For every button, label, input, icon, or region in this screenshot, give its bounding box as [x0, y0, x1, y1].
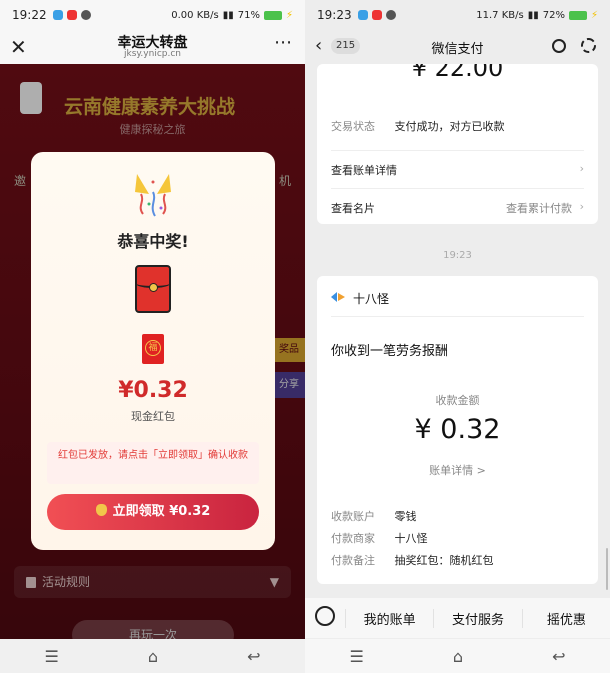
battery-icon [568, 10, 587, 20]
fortune-character: 福 [145, 340, 161, 356]
home-icon[interactable]: ⌂ [453, 647, 463, 666]
more-icon[interactable]: ⋯ [274, 32, 293, 53]
bill-detail-row[interactable]: 查看账单详情 › [331, 162, 584, 178]
congrats-heading: 恭喜中奖! [117, 232, 189, 251]
keyboard-toggle[interactable] [305, 606, 345, 630]
receipt-card[interactable]: 十八怪 你收到一笔劳务报酬 收款金额 ¥ 0.32 账单详情 > 收款账户 零钱… [317, 276, 598, 584]
search-icon[interactable] [552, 39, 566, 53]
status-bar: 19:23 11.7 KB/s ▮▮ 72% ⚡ [305, 0, 610, 30]
detail-row: 收款账户 零钱 [331, 508, 584, 524]
divider [331, 150, 584, 151]
battery-percent: 71% [237, 9, 260, 21]
status-time: 19:23 [317, 8, 352, 22]
wechat-pay-menu: 我的账单 支付服务 摇优惠 [305, 598, 610, 638]
right-phone-screen: 19:23 11.7 KB/s ▮▮ 72% ⚡ ‹ 215 微信支付 ¥ 22… [305, 0, 610, 673]
envelope-seal [149, 283, 158, 292]
system-nav-bar: ☰ ⌂ ↩ [0, 639, 305, 673]
status-right: 0.00 KB/s ▮▮ 71% ⚡ [171, 10, 293, 21]
status-time: 19:22 [12, 8, 47, 22]
sender-name: 十八怪 [353, 292, 390, 306]
prize-modal: 恭喜中奖! 福 ¥0.32 现金红包 红包已发放，请点击「立即领取」确认收款 立… [31, 152, 275, 550]
payment-amount: ¥ 22.00 [411, 64, 504, 82]
bill-detail-link[interactable]: 账单详情 > [317, 462, 598, 478]
divider [331, 316, 584, 317]
detail-row: 付款商家 十八怪 [331, 530, 584, 546]
scrollbar[interactable] [606, 548, 608, 590]
amount-label: 收款金额 [435, 394, 480, 407]
detail-value: 十八怪 [394, 532, 428, 545]
battery-percent: 72% [542, 9, 565, 21]
claim-button[interactable]: 立即领取 ¥0.32 [47, 494, 259, 530]
divider [331, 188, 584, 189]
gear-icon[interactable] [581, 38, 596, 53]
sender-logo-icon [331, 292, 345, 302]
menu-icon[interactable]: ☰ [45, 647, 59, 666]
card-row[interactable]: 查看名片 查看累计付款 › [331, 200, 584, 216]
bill-detail-label: 查看账单详情 [331, 164, 397, 177]
page-domain: jksy.ynicp.cn [123, 49, 181, 59]
detail-key: 付款商家 [331, 532, 375, 545]
status-value: 支付成功，对方已收款 [394, 120, 505, 133]
app-notification-icon [66, 10, 77, 20]
chevron-right-icon: › [579, 200, 584, 213]
network-speed: 0.00 KB/s [171, 9, 219, 21]
status-bar: 19:22 0.00 KB/s ▮▮ 71% ⚡ [0, 0, 305, 30]
system-nav-bar: ☰ ⌂ ↩ [305, 639, 610, 673]
back-icon[interactable]: ↩ [247, 647, 260, 666]
chevron-right-icon: › [579, 162, 584, 175]
cumulative-label: 查看累计付款 [506, 202, 572, 215]
prize-type: 现金红包 [131, 410, 175, 423]
back-icon[interactable]: ↩ [552, 647, 565, 666]
fortune-envelope-icon: 福 [142, 334, 164, 364]
browser-header: ✕ 幸运大转盘 jksy.ynicp.cn ⋯ [0, 30, 305, 64]
detail-value: 零钱 [394, 510, 417, 523]
charging-icon: ⚡ [590, 9, 598, 21]
detail-key: 收款账户 [331, 510, 375, 523]
status-right: 11.7 KB/s ▮▮ 72% ⚡ [476, 10, 598, 21]
home-icon[interactable]: ⌂ [148, 647, 158, 666]
app-notification-icon [371, 10, 382, 20]
money-bag-icon [95, 504, 107, 516]
claim-button-label: 立即领取 ¥0.32 [112, 504, 211, 519]
menu-item-discounts[interactable]: 摇优惠 [521, 608, 610, 628]
network-speed: 11.7 KB/s [476, 9, 524, 21]
signal-icon: ▮▮ [527, 9, 539, 21]
red-envelope-icon [135, 265, 171, 313]
signal-icon: ▮▮ [222, 9, 234, 21]
keyboard-icon [315, 606, 335, 626]
message-icon [80, 10, 91, 20]
detail-value: 抽奖红包：随机红包 [394, 554, 494, 567]
message-icon [385, 10, 396, 20]
detail-row: 付款备注 抽奖红包：随机红包 [331, 552, 584, 568]
claim-notice: 红包已发放，请点击「立即领取」确认收款 [47, 442, 259, 484]
card-label: 查看名片 [331, 202, 375, 215]
menu-item-pay-services[interactable]: 支付服务 [433, 608, 521, 628]
payment-card: ¥ 22.00 交易状态 支付成功，对方已收款 查看账单详情 › 查看名片 查看… [317, 64, 598, 224]
battery-icon [263, 10, 282, 20]
time-separator: 19:23 [443, 250, 472, 261]
wechat-pay-header: ‹ 215 微信支付 [305, 30, 610, 64]
received-amount: ¥ 0.32 [414, 414, 501, 445]
app-notification-icon [52, 10, 63, 20]
charging-icon: ⚡ [285, 9, 293, 21]
notification-icons [52, 10, 91, 20]
menu-icon[interactable]: ☰ [350, 647, 364, 666]
status-key: 交易状态 [331, 120, 375, 133]
menu-item-my-bills[interactable]: 我的账单 [345, 608, 433, 628]
receipt-message: 你收到一笔劳务报酬 [331, 344, 449, 359]
detail-key: 付款备注 [331, 554, 375, 567]
prize-amount: ¥0.32 [118, 378, 188, 403]
status-row: 交易状态 支付成功，对方已收款 [331, 118, 584, 134]
confetti-icon [135, 174, 171, 217]
notification-icons [357, 10, 396, 20]
app-notification-icon [357, 10, 368, 20]
left-phone-screen: 19:22 0.00 KB/s ▮▮ 71% ⚡ ✕ 幸运大转盘 jksy.yn… [0, 0, 305, 673]
